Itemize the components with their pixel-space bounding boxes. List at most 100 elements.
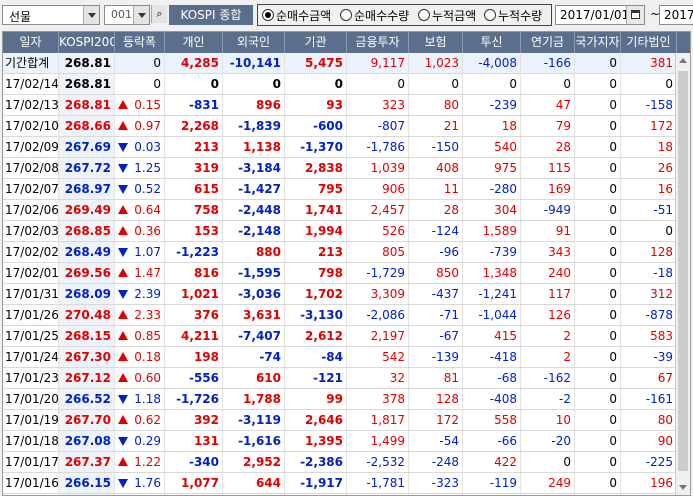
column-header[interactable]: 국가지자	[575, 32, 621, 53]
financial-investment-cell: 1,499	[347, 431, 409, 451]
scroll-up-icon[interactable]	[679, 58, 687, 63]
column-header[interactable]: KOSPI200	[59, 32, 115, 53]
column-header[interactable]: 연기금	[521, 32, 575, 53]
table-row[interactable]: 17/01/23 267.12 0.60 -556 610 -121 32 81 -68 -162…	[3, 368, 690, 389]
table-row[interactable]: 17/01/20 266.52 1.18 -1,726 1,788 99 378 128 -40…	[3, 389, 690, 410]
institution-cell: -1,917	[285, 473, 347, 493]
date-cell: 17/02/08	[3, 158, 59, 178]
table-row[interactable]: 17/02/09 267.69 0.03 213 1,138 -1,370 -1,786 -1…	[3, 137, 690, 158]
table-row[interactable]: 17/01/31 268.09 2.39 1,021 -3,036 1,702 3,309-…	[3, 284, 690, 305]
change-value: 0.60	[134, 371, 161, 385]
chevron-down-icon[interactable]	[83, 6, 99, 24]
vertical-scrollbar[interactable]	[675, 53, 690, 495]
table-row[interactable]: 17/02/01 269.56 1.47 816 -1,595 798 -1,729 850 1…	[3, 263, 690, 284]
investment-trust-cell: 1,589	[463, 221, 521, 241]
period-total-row[interactable]: 기간합계 268.81 0 4,285 -10,141 5,475 9,117 1,023 -4…	[3, 53, 690, 74]
kospi200-cell: 266.15	[59, 473, 115, 493]
financial-investment-cell: 1,817	[347, 410, 409, 430]
other-corporate-cell: 172	[621, 116, 677, 136]
table-row[interactable]: 17/02/08 267.72 1.25 319 -3,184 2,838 1,039 408…	[3, 158, 690, 179]
scroll-thumb[interactable]	[678, 71, 688, 471]
date-cell: 17/01/23	[3, 368, 59, 388]
triangle-up-icon	[118, 226, 128, 235]
insurance-cell: 81	[409, 368, 463, 388]
scroll-down-icon[interactable]	[679, 485, 687, 490]
institution-cell: 1,702	[285, 284, 347, 304]
product-select[interactable]: 선물	[2, 5, 100, 25]
column-header[interactable]: 일자	[3, 32, 59, 53]
institution-cell: 1,994	[285, 221, 347, 241]
table-row[interactable]: 17/02/06 269.49 0.64 758 -2,448 1,741 2,457 28 3…	[3, 200, 690, 221]
table-row[interactable]: 17/01/16 266.15 1.76 1,077 644 -1,917 -1,781 -3…	[3, 473, 690, 494]
table-row[interactable]: 17/02/13 268.81 0.15 -831 896 93 323 80 -239 47 0-…	[3, 95, 690, 116]
triangle-up-icon	[118, 457, 128, 466]
government-cell: 0	[575, 347, 621, 367]
radio-cumulative-amount[interactable]: 누적금액	[418, 7, 476, 24]
kospi200-cell: 268.66	[59, 116, 115, 136]
column-header[interactable]: 등락폭	[115, 32, 165, 53]
table-row[interactable]: 17/01/17 267.37 1.22 -340 2,952 -2,386 -2,532-…	[3, 452, 690, 473]
chevron-down-icon[interactable]	[133, 6, 149, 24]
individual-cell: 0	[165, 74, 223, 94]
column-header[interactable]: 투신	[463, 32, 521, 53]
insurance-cell: 1,023	[409, 53, 463, 73]
investment-trust-cell: 422	[463, 452, 521, 472]
table-row[interactable]: 17/01/19 267.70 0.62 392 -3,119 2,646 1,817 172…	[3, 410, 690, 431]
pension-fund-cell: 28	[521, 137, 575, 157]
other-corporate-cell: 312	[621, 284, 677, 304]
change-cell: 0.18	[115, 347, 165, 367]
pension-fund-cell: 126	[521, 305, 575, 325]
date-cell: 17/02/01	[3, 263, 59, 283]
table-row[interactable]: 17/01/25 268.15 0.85 4,211 -7,407 2,612 2,197-…	[3, 326, 690, 347]
insurance-cell: 11	[409, 179, 463, 199]
insurance-cell: 80	[409, 95, 463, 115]
end-date-input[interactable]: 2017/	[659, 5, 693, 25]
other-corporate-cell: 0	[621, 221, 677, 241]
start-date-input[interactable]: 2017/01/01	[555, 5, 645, 25]
individual-cell: -556	[165, 368, 223, 388]
foreign-cell: 3,631	[223, 305, 285, 325]
table-row[interactable]: 17/02/14 268.81 0 0 0 0 0 0 0 0 0 0	[3, 74, 690, 95]
other-corporate-cell: 18	[621, 137, 677, 157]
market-name: KOSPI 종합	[169, 5, 253, 25]
change-cell: 0	[115, 74, 165, 94]
table-row[interactable]: 17/01/26 270.48 2.33 376 3,631 -3,130 -2,086 -7…	[3, 305, 690, 326]
radio-net-buy-quantity[interactable]: 순매수수량	[340, 7, 409, 24]
table-row[interactable]: 17/02/03 268.85 0.36 153 -2,148 1,994 526 -124 1…	[3, 221, 690, 242]
institution-cell: 795	[285, 179, 347, 199]
government-cell: 0	[575, 389, 621, 409]
column-header[interactable]: 개인	[165, 32, 223, 53]
pension-fund-cell: 2	[521, 326, 575, 346]
government-cell: 0	[575, 116, 621, 136]
column-header[interactable]: 금융투자	[347, 32, 409, 53]
table-row[interactable]: 17/02/10 268.66 0.97 2,268 -1,839 -600 -807 21 1…	[3, 116, 690, 137]
institution-cell: -1,370	[285, 137, 347, 157]
radio-net-buy-amount[interactable]: 순매수금액	[262, 7, 331, 24]
calendar-icon[interactable]	[626, 6, 644, 24]
foreign-cell: -2,448	[223, 200, 285, 220]
investment-trust-cell: -280	[463, 179, 521, 199]
column-header[interactable]: 보험	[409, 32, 463, 53]
investment-trust-cell: 975	[463, 158, 521, 178]
column-header[interactable]: 외국인	[223, 32, 285, 53]
code-search-button[interactable]: ⌕	[151, 5, 169, 25]
column-header[interactable]: 기타법인	[621, 32, 677, 53]
change-value: 0.36	[134, 224, 161, 238]
radio-cumulative-quantity[interactable]: 누적수량	[484, 7, 542, 24]
investment-trust-cell: 415	[463, 326, 521, 346]
date-cell: 17/01/24	[3, 347, 59, 367]
table-row[interactable]: 17/02/07 268.97 0.52 615 -1,427 795 906 11 -280 1…	[3, 179, 690, 200]
code-input[interactable]: 001	[104, 5, 150, 25]
table-row[interactable]: 17/02/02 268.49 1.07 -1,223 880 213 805 -96 -739…	[3, 242, 690, 263]
investment-trust-cell: 540	[463, 137, 521, 157]
table-header: 일자 KOSPI200 등락폭 개인 외국인 기관 금융투자 보험 투신 연기금 국가지자 기타법인	[3, 32, 690, 53]
other-corporate-cell: 90	[621, 431, 677, 451]
table-row[interactable]: 17/01/18 267.08 0.29 131 -1,616 1,395 1,499 -54…	[3, 431, 690, 452]
individual-cell: -1,223	[165, 242, 223, 262]
financial-investment-cell: 1,039	[347, 158, 409, 178]
change-value: 1.25	[134, 161, 161, 175]
change-cell: 0.15	[115, 95, 165, 115]
table-row[interactable]: 17/01/24 267.30 0.18 198 -74 -84 542 -139 -418 2 0…	[3, 347, 690, 368]
change-cell: 1.76	[115, 473, 165, 493]
column-header[interactable]: 기관	[285, 32, 347, 53]
